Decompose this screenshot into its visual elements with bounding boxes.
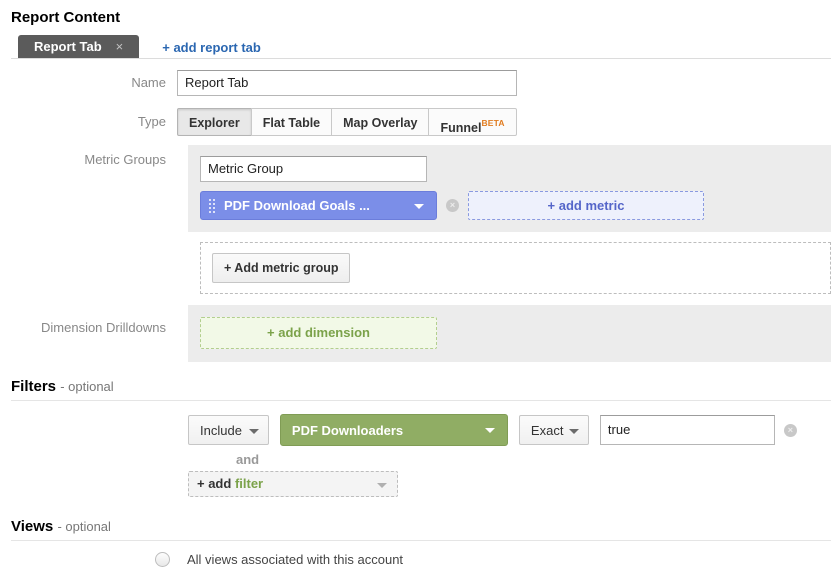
filter-match-label: Exact [530,423,564,438]
views-divider [11,540,831,541]
clear-filter-value-icon[interactable]: × [783,423,797,437]
views-title: Views - optional [0,518,831,535]
filters-optional-text: - optional [60,379,114,394]
page-title: Report Content [11,9,121,26]
metric-group-panel: PDF Download Goals ... × + add metric [188,144,831,232]
add-filter-word: filter [234,476,264,491]
add-report-tab-button[interactable]: + add report tab [162,40,261,55]
chevron-down-icon [568,429,579,434]
chevron-down-icon [377,483,387,488]
add-metric-group-zone: + Add metric group [188,232,831,304]
add-filter-plus: + add [197,476,235,491]
report-tabs-row: Report Tab × + add report tab [0,35,831,58]
filter-match-select[interactable]: Exact [518,415,589,445]
name-row: Name [0,70,831,96]
type-button-group: Explorer Flat Table Map Overlay FunnelBE… [177,108,517,136]
all-views-radio[interactable] [155,552,170,567]
add-metric-group-button[interactable]: + Add metric group [212,253,351,283]
remove-metric-icon[interactable]: × [446,199,459,212]
metric-group-name-input[interactable] [200,156,427,182]
filter-dimension-pill[interactable]: PDF Downloaders [279,414,508,446]
dimension-panel: + add dimension [188,304,831,362]
filter-value-input[interactable] [599,415,775,445]
all-views-label: All views associated with this account [187,552,404,567]
type-option-explorer[interactable]: Explorer [177,108,252,136]
type-row: Type Explorer Flat Table Map Overlay Fun… [0,108,831,136]
type-option-flat-table[interactable]: Flat Table [250,108,333,136]
filter-include-select[interactable]: Include [188,415,269,445]
name-input[interactable] [177,70,517,96]
views-title-text: Views [11,518,54,535]
dimension-drilldowns-label: Dimension Drilldowns [41,320,166,335]
tabs-divider [11,58,831,59]
all-views-row[interactable]: All views associated with this account [0,552,831,567]
add-metric-button[interactable]: + add metric [468,191,704,220]
add-dimension-button[interactable]: + add dimension [200,317,437,349]
metric-pill-label: PDF Download Goals ... [224,198,370,213]
filter-and-label: and [236,452,260,467]
type-option-funnel-label: Funnel [440,121,482,135]
name-label: Name [131,75,166,90]
views-optional-text: - optional [57,519,111,534]
report-content-section: Report Content Report Tab × + add report… [0,0,831,362]
chevron-down-icon[interactable] [414,204,424,209]
filters-section: Filters - optional Include PDF Downloade… [0,378,831,497]
type-option-funnel[interactable]: FunnelBETA [428,108,517,136]
add-metric-group-dashed-area: + Add metric group [200,242,831,294]
type-option-map-overlay[interactable]: Map Overlay [331,108,430,136]
chevron-down-icon [248,429,259,434]
views-section: Views - optional All views associated wi… [0,518,831,567]
metric-groups-label: Metric Groups [84,152,166,167]
metric-pill[interactable]: PDF Download Goals ... [200,191,437,220]
close-icon[interactable]: × [116,35,130,58]
type-label: Type [137,114,166,129]
filters-title: Filters - optional [0,378,831,395]
add-filter-button[interactable]: + add filter [188,471,398,497]
chevron-down-icon [484,428,495,433]
filters-title-text: Filters [11,378,57,395]
beta-badge: BETA [481,118,505,128]
filters-divider [11,400,831,401]
filter-dimension-label: PDF Downloaders [291,422,404,438]
metric-line: PDF Download Goals ... × + add metric [200,191,831,220]
filter-row: Include PDF Downloaders Exact × [0,414,831,446]
report-tab-label: Report Tab [34,39,102,54]
report-tab[interactable]: Report Tab × [18,35,140,58]
filter-include-label: Include [200,423,242,438]
drag-handle-icon[interactable] [209,198,215,213]
